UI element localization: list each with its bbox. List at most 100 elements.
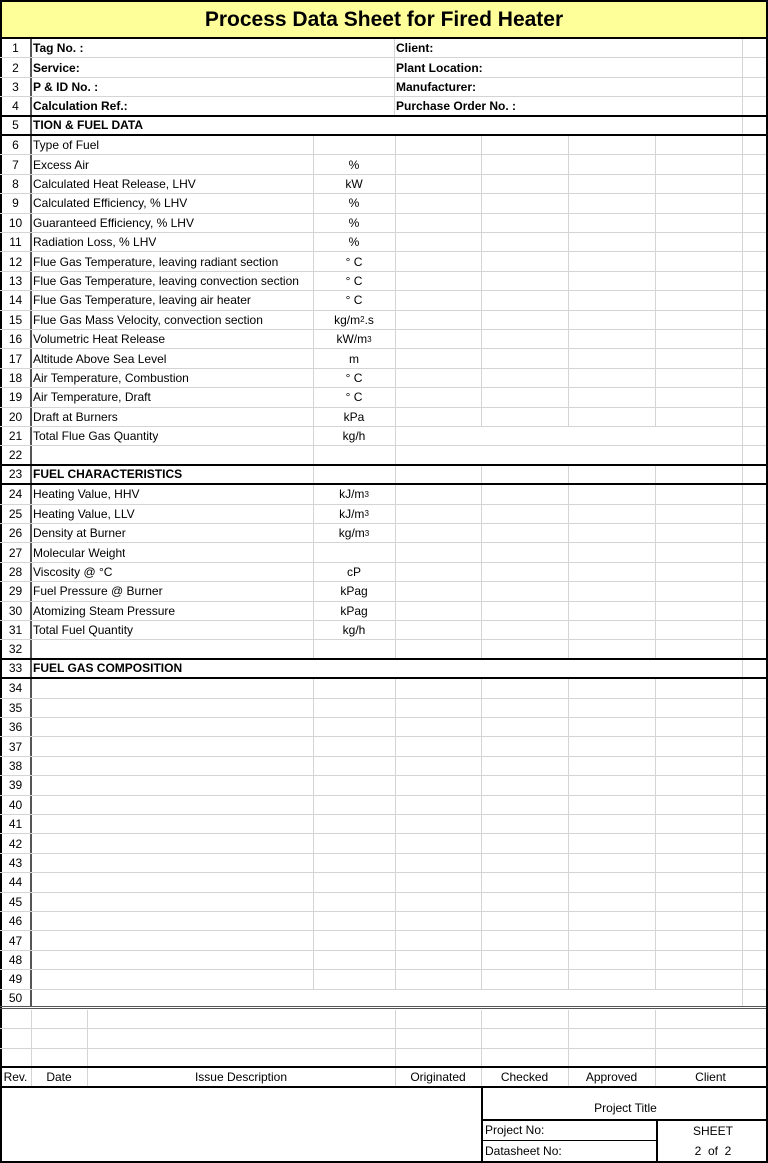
header-field-input[interactable] [520, 39, 740, 57]
value-cell[interactable] [568, 214, 655, 232]
value-cell[interactable] [655, 543, 742, 561]
value-cell[interactable] [655, 252, 742, 270]
value-cell[interactable] [481, 543, 568, 561]
value-cell[interactable] [655, 214, 742, 232]
value-cell[interactable] [568, 408, 655, 426]
value-cell[interactable] [481, 621, 568, 639]
value-cell[interactable] [568, 524, 655, 542]
value-cell[interactable] [655, 291, 742, 309]
value-cell[interactable] [395, 214, 481, 232]
value-cell[interactable] [481, 505, 568, 523]
value-cell[interactable] [395, 349, 481, 367]
value-cell[interactable] [481, 388, 568, 406]
value-cell[interactable] [655, 233, 742, 251]
value-cell[interactable] [395, 272, 481, 290]
value-cell[interactable] [395, 291, 481, 309]
header-field-input[interactable] [200, 58, 390, 76]
component-input[interactable] [33, 796, 311, 814]
value-cell[interactable] [568, 194, 655, 212]
value-cell[interactable] [568, 563, 655, 581]
value-cell[interactable] [395, 136, 481, 154]
value-cell[interactable] [568, 505, 655, 523]
value-cell[interactable] [395, 194, 481, 212]
value-cell[interactable] [395, 427, 742, 445]
value-cell[interactable] [395, 524, 481, 542]
value-cell[interactable] [568, 621, 655, 639]
value-cell[interactable] [655, 194, 742, 212]
value-cell[interactable] [655, 175, 742, 193]
value-cell[interactable] [481, 369, 568, 387]
value-cell[interactable] [655, 136, 742, 154]
value-cell[interactable] [655, 311, 742, 329]
value-cell[interactable] [568, 311, 655, 329]
value-cell[interactable] [568, 640, 655, 657]
component-input[interactable] [33, 718, 311, 736]
value-cell[interactable] [655, 640, 742, 657]
value-cell[interactable] [481, 582, 568, 600]
value-cell[interactable] [655, 563, 742, 581]
value-cell[interactable] [655, 388, 742, 406]
value-cell[interactable] [395, 233, 481, 251]
value-cell[interactable] [395, 446, 742, 463]
value-cell[interactable] [568, 369, 655, 387]
component-input[interactable] [33, 815, 311, 833]
value-cell[interactable] [395, 252, 481, 270]
component-input[interactable] [33, 757, 311, 775]
value-cell[interactable] [655, 602, 742, 620]
value-cell[interactable] [568, 155, 655, 173]
value-cell[interactable] [568, 272, 655, 290]
value-cell[interactable] [481, 155, 568, 173]
value-cell[interactable] [481, 602, 568, 620]
value-cell[interactable] [395, 485, 481, 503]
value-cell[interactable] [655, 582, 742, 600]
value-cell[interactable] [481, 349, 568, 367]
value-cell[interactable] [481, 524, 568, 542]
value-cell[interactable] [655, 369, 742, 387]
value-cell[interactable] [395, 602, 481, 620]
value-cell[interactable] [481, 272, 568, 290]
value-cell[interactable] [568, 602, 655, 620]
value-cell[interactable] [481, 136, 568, 154]
value-cell[interactable] [395, 543, 481, 561]
value-cell[interactable] [395, 388, 481, 406]
value-cell[interactable] [481, 252, 568, 270]
value-cell[interactable] [395, 369, 481, 387]
component-input[interactable] [33, 737, 311, 755]
value-cell[interactable] [481, 311, 568, 329]
header-field-input[interactable] [520, 58, 740, 76]
value-cell[interactable] [655, 485, 742, 503]
header-field-input[interactable] [520, 97, 740, 114]
value-cell[interactable] [395, 175, 481, 193]
value-cell[interactable] [568, 485, 655, 503]
header-field-input[interactable] [200, 39, 390, 57]
value-cell[interactable] [481, 233, 568, 251]
value-cell[interactable] [395, 505, 481, 523]
value-cell[interactable] [568, 582, 655, 600]
value-cell[interactable] [395, 311, 481, 329]
value-cell[interactable] [655, 330, 742, 348]
component-input[interactable] [33, 854, 311, 872]
component-input[interactable] [33, 834, 311, 852]
value-cell[interactable] [568, 543, 655, 561]
value-cell[interactable] [655, 272, 742, 290]
value-cell[interactable] [481, 194, 568, 212]
header-field-input[interactable] [200, 97, 390, 114]
component-input[interactable] [33, 931, 311, 949]
component-input[interactable] [33, 776, 311, 794]
value-cell[interactable] [481, 640, 568, 657]
component-input[interactable] [33, 873, 311, 891]
value-cell[interactable] [481, 214, 568, 232]
value-cell[interactable] [568, 330, 655, 348]
value-cell[interactable] [395, 155, 481, 173]
value-cell[interactable] [655, 621, 742, 639]
value-cell[interactable] [395, 330, 481, 348]
value-cell[interactable] [568, 175, 655, 193]
value-cell[interactable] [481, 563, 568, 581]
component-input[interactable] [33, 951, 311, 969]
value-cell[interactable] [481, 408, 568, 426]
header-field-input[interactable] [520, 78, 740, 96]
component-input[interactable] [33, 990, 311, 1006]
value-cell[interactable] [655, 505, 742, 523]
component-input[interactable] [33, 970, 311, 988]
value-cell[interactable] [395, 563, 481, 581]
